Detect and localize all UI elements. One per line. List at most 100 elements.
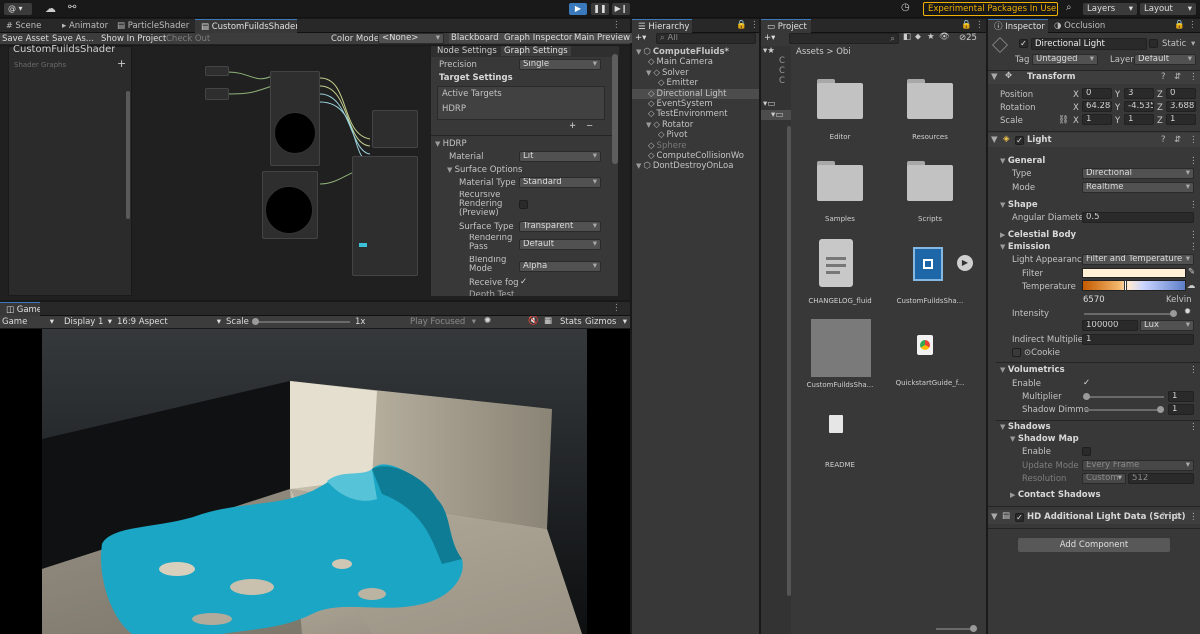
- show-in-project-button[interactable]: Show In Project: [101, 34, 166, 44]
- tag-dropdown[interactable]: Untagged: [1032, 54, 1098, 65]
- recursive-rendering-checkbox[interactable]: [519, 200, 528, 209]
- aspect-dropdown[interactable]: 16:9 Aspect ▾: [117, 317, 221, 327]
- check-out-button[interactable]: Check Out: [166, 34, 210, 44]
- resolution-dropdown[interactable]: Custom: [1082, 473, 1126, 484]
- active-checkbox[interactable]: ✓: [1019, 39, 1028, 48]
- grid-icon[interactable]: ▦: [544, 316, 552, 326]
- hierarchy-item[interactable]: ▼ ⬡ DontDestroyOnLoa: [632, 161, 759, 171]
- filter-label-icon[interactable]: ⬥: [915, 32, 921, 42]
- shader-graph-canvas[interactable]: CustomFuildsShader Shader Graphs + Node …: [0, 44, 630, 300]
- display-dropdown[interactable]: Display 1 ▾: [64, 317, 112, 327]
- scale-y-field[interactable]: 1: [1124, 114, 1154, 125]
- more-icon[interactable]: ⋮: [612, 20, 621, 30]
- tab-particle-shader[interactable]: ▤ ParticleShader: [111, 19, 195, 33]
- more-icon[interactable]: ⋮: [1189, 365, 1198, 375]
- asset-item[interactable]: Resources: [885, 73, 975, 153]
- axis-label[interactable]: Z: [1157, 90, 1163, 100]
- account-button[interactable]: @ ▾: [4, 3, 32, 15]
- step-button[interactable]: ▶❙: [612, 3, 630, 15]
- tree-item[interactable]: C: [779, 66, 785, 76]
- position-x-field[interactable]: 0: [1082, 88, 1112, 99]
- tab-node-settings[interactable]: Node Settings: [437, 46, 497, 56]
- blackboard-scrollbar[interactable]: [126, 91, 130, 219]
- main-preview-toggle[interactable]: Main Preview: [572, 33, 633, 43]
- tab-occlusion[interactable]: ◑ Occlusion: [1048, 19, 1108, 33]
- pause-button[interactable]: ❚❚: [591, 3, 609, 15]
- scale-slider[interactable]: [252, 318, 350, 325]
- more-icon[interactable]: ⋮: [1189, 230, 1198, 240]
- eyedropper-icon[interactable]: ✎: [1188, 267, 1195, 277]
- filter-type-icon[interactable]: ◧: [903, 32, 911, 42]
- cookie-checkbox[interactable]: [1012, 348, 1021, 357]
- temperature-gradient-slider[interactable]: [1082, 280, 1186, 291]
- tab-animator[interactable]: ▸ Animator: [56, 19, 111, 33]
- hdrp-section[interactable]: ▼ HDRP: [435, 139, 467, 149]
- angular-diameter-field[interactable]: 0.5: [1082, 212, 1194, 223]
- expand-play-icon[interactable]: ▶: [957, 255, 973, 271]
- shadow-dimmer-slider-handle[interactable]: [1157, 406, 1164, 413]
- assets-foldout[interactable]: ▾▭: [763, 99, 775, 109]
- object-name-field[interactable]: Directional Light: [1031, 38, 1147, 50]
- foldout-arrow-icon[interactable]: ▼: [636, 48, 641, 56]
- intensity-field[interactable]: 100000: [1082, 320, 1138, 331]
- volumetrics-enable-checkbox[interactable]: ✓: [1083, 378, 1090, 388]
- hierarchy-item[interactable]: ▼ ◇ Solver: [632, 68, 759, 78]
- history-icon[interactable]: ◷: [901, 2, 915, 15]
- graph-node[interactable]: [205, 88, 229, 100]
- lock-icon[interactable]: 🔒: [1174, 20, 1185, 30]
- asset-item[interactable]: Samples: [795, 155, 885, 235]
- tree-scrollbar[interactable]: [787, 126, 791, 596]
- resolution-field[interactable]: 512: [1128, 473, 1194, 484]
- lock-icon[interactable]: 🔒: [736, 20, 747, 30]
- indirect-multiplier-field[interactable]: 1: [1082, 334, 1194, 345]
- temperature-slider-handle[interactable]: [1124, 280, 1127, 291]
- temperature-value[interactable]: 6570: [1083, 295, 1105, 305]
- more-icon[interactable]: ⋮: [1189, 422, 1198, 432]
- game-mode-dropdown[interactable]: Game ▾: [2, 317, 56, 327]
- light-appearance-dropdown[interactable]: Filter and Temperature: [1082, 254, 1194, 265]
- multiplier-slider[interactable]: [1083, 393, 1164, 400]
- hierarchy-search-input[interactable]: ⌕ All: [656, 33, 756, 44]
- vertex-block[interactable]: [372, 110, 418, 148]
- zoom-slider[interactable]: [936, 625, 977, 632]
- shadow-dimmer-field[interactable]: 1: [1168, 404, 1194, 415]
- help-icon[interactable]: ?: [1161, 135, 1166, 145]
- contact-shadows-foldout[interactable]: ▶ Contact Shadows: [1010, 490, 1101, 500]
- hierarchy-item[interactable]: ◇ Sphere: [632, 141, 759, 151]
- more-icon[interactable]: ⋮: [1188, 20, 1197, 30]
- shadow-map-enable-checkbox[interactable]: [1082, 447, 1091, 456]
- tab-project[interactable]: ▭ Project: [761, 19, 811, 33]
- fragment-block[interactable]: [352, 156, 418, 276]
- hd-data-enabled-checkbox[interactable]: ✓: [1015, 513, 1024, 522]
- axis-label[interactable]: Y: [1115, 116, 1120, 126]
- preset-icon[interactable]: ⇵: [1174, 135, 1181, 145]
- asset-item[interactable]: QuickstartGuide_f...: [885, 319, 975, 399]
- add-component-button[interactable]: Add Component: [1018, 538, 1170, 552]
- favorites-foldout[interactable]: ▾★: [763, 46, 775, 56]
- mute-icon[interactable]: 🔇: [528, 316, 539, 326]
- target-item-hdrp[interactable]: HDRP: [442, 104, 466, 114]
- create-button[interactable]: +▾: [635, 33, 646, 43]
- link-icon[interactable]: ⛓: [1058, 115, 1069, 125]
- search-icon[interactable]: ⌕: [1066, 2, 1078, 15]
- play-focused-dropdown[interactable]: Play Focused ▾: [410, 317, 476, 327]
- game-viewport[interactable]: [0, 329, 630, 634]
- foldout-arrow-icon[interactable]: ▼: [636, 162, 641, 170]
- graph-inspector-scrollbar[interactable]: [612, 54, 618, 164]
- asset-item[interactable]: Editor: [795, 73, 885, 153]
- collab-icon[interactable]: ⚯: [68, 2, 84, 15]
- position-z-field[interactable]: 0: [1166, 88, 1196, 99]
- surface-options-foldout[interactable]: ▼ Surface Options: [447, 165, 523, 175]
- static-checkbox[interactable]: [1149, 39, 1158, 48]
- axis-label[interactable]: Z: [1157, 116, 1163, 126]
- scale-slider-handle[interactable]: [252, 318, 259, 325]
- transform-header[interactable]: ▼ ✥ Transform ? ⇵ ⋮: [988, 71, 1200, 84]
- intensity-slider[interactable]: [1084, 310, 1177, 317]
- hierarchy-item[interactable]: ◇ Main Camera: [632, 57, 759, 67]
- receive-fog-checkbox[interactable]: ✓: [520, 277, 527, 287]
- rotation-y-field[interactable]: -4.535: [1124, 101, 1154, 112]
- graph-node[interactable]: [205, 66, 229, 76]
- general-foldout[interactable]: ▼ General: [1000, 156, 1045, 166]
- more-icon[interactable]: ⋮: [1189, 135, 1198, 145]
- hierarchy-item[interactable]: ◇ Emitter: [632, 78, 759, 88]
